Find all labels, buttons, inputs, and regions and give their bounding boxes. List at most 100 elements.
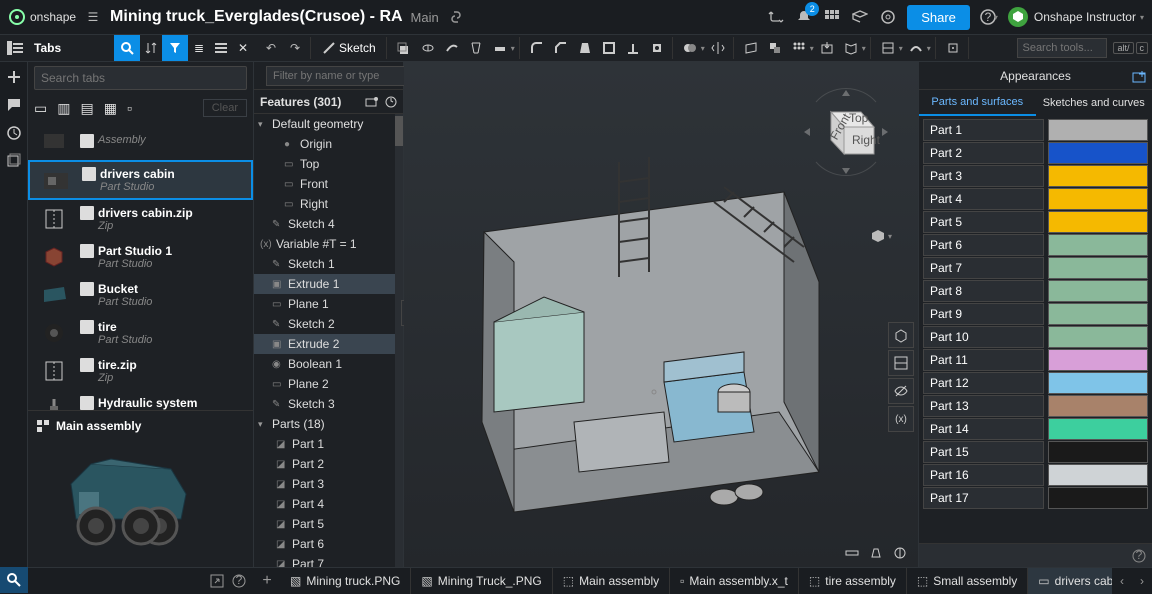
extrude-icon[interactable] <box>393 37 415 59</box>
feature-item[interactable]: ▭Right <box>254 194 403 214</box>
rib-icon[interactable] <box>622 37 644 59</box>
part-name-field[interactable]: Part 13 <box>923 395 1044 417</box>
share-button[interactable]: Share <box>907 5 970 30</box>
tab-item[interactable]: Hydraulic systemPart Studio <box>28 390 253 410</box>
rollback-icon[interactable] <box>365 96 379 108</box>
feature-item[interactable]: ◉Boolean 1 <box>254 354 403 374</box>
tab-item[interactable]: drivers cabin.zipZip <box>28 200 253 238</box>
feature-item[interactable]: (x)Variable #T = 1 <box>254 234 403 254</box>
loft-icon[interactable] <box>465 37 487 59</box>
branch-label[interactable]: Main <box>411 10 439 25</box>
part-color-swatch[interactable] <box>1048 303 1148 325</box>
part-name-field[interactable]: Part 9 <box>923 303 1044 325</box>
part-color-swatch[interactable] <box>1048 349 1148 371</box>
part-color-swatch[interactable] <box>1048 464 1148 486</box>
feature-item[interactable]: ▣Extrude 2 <box>254 334 403 354</box>
tab-item[interactable]: Part Studio 1Part Studio <box>28 238 253 276</box>
feature-item[interactable]: ✎Sketch 3 <box>254 394 403 414</box>
part-color-swatch[interactable] <box>1048 188 1148 210</box>
part-item[interactable]: ◪Part 3 <box>254 474 403 494</box>
sort-icon[interactable] <box>140 42 162 54</box>
part-name-field[interactable]: Part 14 <box>923 418 1044 440</box>
tab-manager-icon[interactable] <box>0 567 28 593</box>
feature-item[interactable]: ✎Sketch 1 <box>254 254 403 274</box>
3d-viewport[interactable]: Top Front Right ▾ (x) <box>404 62 918 567</box>
filter-partstudio-icon[interactable]: ▭ <box>34 100 47 117</box>
undo-icon[interactable]: ↶ <box>260 37 282 59</box>
link-icon[interactable] <box>447 8 465 26</box>
menu-icon[interactable]: ☰ <box>84 8 102 26</box>
part-color-swatch[interactable] <box>1048 280 1148 302</box>
tabs-prev-icon[interactable]: ‹ <box>1112 574 1132 588</box>
tab-item[interactable]: tire.zipZip <box>28 352 253 390</box>
part-name-field[interactable]: Part 10 <box>923 326 1044 348</box>
feature-item[interactable]: ▭Plane 2 <box>254 374 403 394</box>
part-color-swatch[interactable] <box>1048 487 1148 509</box>
part-color-swatch[interactable] <box>1048 395 1148 417</box>
boolean-icon[interactable] <box>679 37 701 59</box>
sheet-metal-icon[interactable] <box>840 37 862 59</box>
notifications-icon[interactable]: 2 <box>795 8 813 26</box>
fillet-icon[interactable] <box>526 37 548 59</box>
import-icon[interactable] <box>816 37 838 59</box>
part-color-swatch[interactable] <box>1048 418 1148 440</box>
tab-item[interactable]: BucketPart Studio <box>28 276 253 314</box>
brand-logo[interactable]: onshape <box>8 8 76 26</box>
default-geometry-section[interactable]: ▾Default geometry <box>254 114 403 134</box>
part-name-field[interactable]: Part 8 <box>923 280 1044 302</box>
panel-toggle-icon[interactable] <box>4 37 26 59</box>
feature-filter-input[interactable] <box>266 66 422 86</box>
bottom-tab[interactable]: ▫Main assembly.x_t <box>670 568 799 594</box>
history-icon[interactable] <box>5 124 23 142</box>
help-bottom-icon[interactable]: ? <box>232 574 246 588</box>
tab-item[interactable]: Assembly <box>28 122 253 160</box>
bottom-tab[interactable]: ▧Mining Truck_.PNG <box>411 568 552 594</box>
bottom-tab[interactable]: ⬚Main assembly <box>553 568 670 594</box>
comments-icon[interactable] <box>5 96 23 114</box>
surface-icon[interactable] <box>905 37 927 59</box>
tool-search-input[interactable] <box>1022 42 1102 54</box>
frame-icon[interactable] <box>877 37 899 59</box>
feature-item[interactable]: ✎Sketch 4 <box>254 214 403 234</box>
part-name-field[interactable]: Part 5 <box>923 211 1044 233</box>
list-view-icon[interactable]: ≣ <box>188 41 210 55</box>
add-tab-button[interactable]: + <box>254 572 280 590</box>
mass-icon[interactable] <box>868 545 884 561</box>
part-item[interactable]: ◪Part 5 <box>254 514 403 534</box>
filter-toggle-icon[interactable] <box>162 35 188 61</box>
redo-icon[interactable]: ↷ <box>284 37 306 59</box>
part-color-swatch[interactable] <box>1048 211 1148 233</box>
sweep-icon[interactable] <box>441 37 463 59</box>
feature-item[interactable]: ▭Top <box>254 154 403 174</box>
tab-sketches-curves[interactable]: Sketches and curves <box>1036 90 1152 116</box>
versions-icon[interactable] <box>5 152 23 170</box>
part-item[interactable]: ◪Part 2 <box>254 454 403 474</box>
thicken-icon[interactable] <box>489 37 511 59</box>
part-color-swatch[interactable] <box>1048 372 1148 394</box>
filter-drawing-icon[interactable]: ▤ <box>80 100 93 117</box>
precision-icon[interactable] <box>892 545 908 561</box>
part-color-swatch[interactable] <box>1048 234 1148 256</box>
pattern-icon[interactable] <box>788 37 810 59</box>
app-switcher-icon[interactable] <box>823 8 841 26</box>
regen-icon[interactable] <box>385 96 397 108</box>
learn-icon[interactable] <box>851 8 869 26</box>
view-cube[interactable]: Top Front Right <box>796 82 896 182</box>
part-name-field[interactable]: Part 4 <box>923 188 1044 210</box>
part-name-field[interactable]: Part 15 <box>923 441 1044 463</box>
transform-icon[interactable] <box>764 37 786 59</box>
close-panel-icon[interactable]: ✕ <box>232 41 254 55</box>
feature-item[interactable]: ●Origin <box>254 134 403 154</box>
part-name-field[interactable]: Part 2 <box>923 142 1044 164</box>
mirror-icon[interactable] <box>707 37 729 59</box>
tabs-next-icon[interactable]: › <box>1132 574 1152 588</box>
measure-icon[interactable] <box>844 545 860 561</box>
part-name-field[interactable]: Part 7 <box>923 257 1044 279</box>
view-section-icon[interactable] <box>888 350 914 376</box>
filter-assembly-icon[interactable]: ▥ <box>57 100 70 117</box>
part-color-swatch[interactable] <box>1048 257 1148 279</box>
part-color-swatch[interactable] <box>1048 119 1148 141</box>
search-toggle-icon[interactable] <box>114 35 140 61</box>
feature-item[interactable]: ▭Plane 1 <box>254 294 403 314</box>
add-appearance-icon[interactable] <box>1132 69 1146 83</box>
